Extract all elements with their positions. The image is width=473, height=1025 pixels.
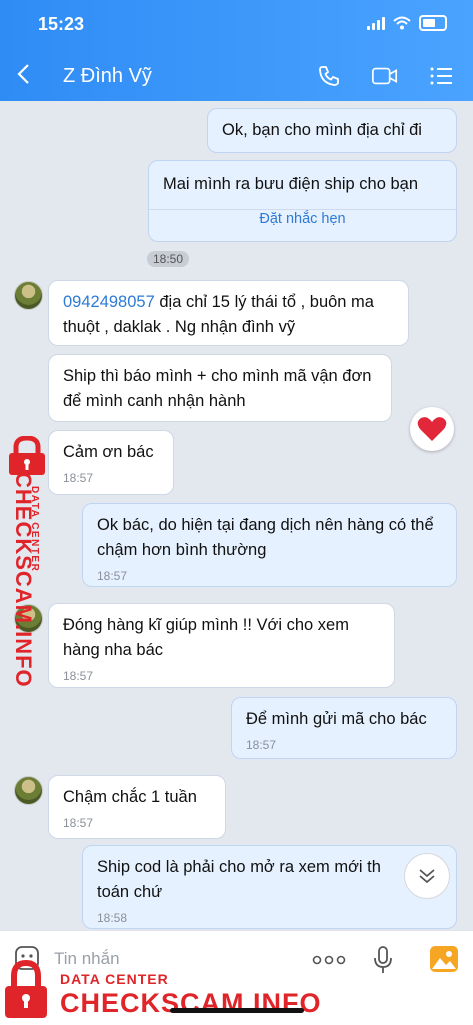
more-options-icon[interactable] xyxy=(312,955,346,965)
message-input[interactable]: Tin nhắn xyxy=(54,949,120,969)
message-text: Ok bác, do hiện tại đang dịch nên hàng c… xyxy=(97,516,434,559)
heart-icon xyxy=(417,417,447,441)
phone-number-link[interactable]: 0942498057 xyxy=(63,293,155,311)
lock-icon xyxy=(9,435,45,475)
home-indicator xyxy=(170,1008,304,1013)
chat-title: Z Đình Vỹ xyxy=(63,64,152,87)
watermark-lock-icon xyxy=(5,960,47,1018)
chevron-down-icon xyxy=(419,869,435,884)
message-time: 18:57 xyxy=(63,816,94,830)
video-call-icon[interactable] xyxy=(371,64,399,88)
watermark-sub-text: DATA CENTER xyxy=(29,486,40,573)
back-icon[interactable] xyxy=(16,63,30,89)
message-text: Cảm ơn bác xyxy=(63,443,154,461)
watermark-main-text: CHECKSCAM.INFO xyxy=(60,988,322,1018)
image-gallery-icon[interactable] xyxy=(429,945,459,973)
message-out[interactable]: Để mình gửi mã cho bác 18:57 xyxy=(231,697,457,759)
heart-reaction-button[interactable] xyxy=(410,407,454,451)
message-time: 18:57 xyxy=(246,738,277,752)
avatar[interactable] xyxy=(14,776,43,805)
set-reminder-link[interactable]: Đặt nhắc hẹn xyxy=(163,207,442,232)
message-in[interactable]: Cảm ơn bác 18:57 xyxy=(48,430,174,495)
status-time: 15:23 xyxy=(38,14,85,34)
phone-call-icon[interactable] xyxy=(315,64,343,88)
message-out[interactable]: Mai mình ra bưu điện ship cho bạn Đặt nh… xyxy=(148,160,457,242)
message-in[interactable]: Đóng hàng kĩ giúp mình !! Với cho xem hà… xyxy=(48,603,395,688)
scroll-down-button[interactable] xyxy=(404,853,450,899)
nav-bar: Z Đình Vỹ xyxy=(0,58,473,94)
wifi-icon xyxy=(393,16,411,30)
message-text: Ship cod là phải cho mở ra xem mới th to… xyxy=(97,858,381,901)
message-text: Ship thì báo mình + cho mình mã vận đơn … xyxy=(63,367,372,410)
message-time: 18:57 xyxy=(63,669,94,683)
menu-list-icon[interactable] xyxy=(427,64,455,88)
message-text: Để mình gửi mã cho bác xyxy=(246,710,427,728)
message-in[interactable]: Chậm chắc 1 tuần 18:57 xyxy=(48,775,226,839)
message-time: 18:58 xyxy=(97,911,128,925)
message-text: Mai mình ra bưu điện ship cho bạn xyxy=(163,175,419,193)
message-text: Ok, bạn cho mình địa chỉ đi xyxy=(222,121,422,139)
divider xyxy=(149,209,456,210)
time-chip: 18:50 xyxy=(147,251,190,267)
watermark-sub-text: DATA CENTER xyxy=(60,971,169,987)
microphone-icon[interactable] xyxy=(372,945,394,975)
chat-area[interactable]: Ok, bạn cho mình địa chỉ đi Mai mình ra … xyxy=(0,101,473,930)
battery-icon xyxy=(419,15,447,31)
status-icons xyxy=(367,15,447,31)
header-bar: 15:23 Z Đình Vỹ xyxy=(0,0,473,101)
message-time: 18:57 xyxy=(63,471,94,485)
message-in[interactable]: Ship thì báo mình + cho mình mã vận đơn … xyxy=(48,354,392,422)
message-out[interactable]: Ok, bạn cho mình địa chỉ đi xyxy=(207,108,457,153)
message-time: 18:57 xyxy=(97,569,128,583)
signal-icon xyxy=(367,16,385,30)
message-out[interactable]: Ok bác, do hiện tại đang dịch nên hàng c… xyxy=(82,503,457,587)
message-text: Đóng hàng kĩ giúp mình !! Với cho xem hà… xyxy=(63,616,349,659)
message-out[interactable]: Ship cod là phải cho mở ra xem mới th to… xyxy=(82,845,457,929)
message-text: Chậm chắc 1 tuần xyxy=(63,788,197,806)
message-in[interactable]: 0942498057 địa chỉ 15 lý thái tổ , buôn … xyxy=(48,280,409,346)
avatar[interactable] xyxy=(14,281,43,310)
